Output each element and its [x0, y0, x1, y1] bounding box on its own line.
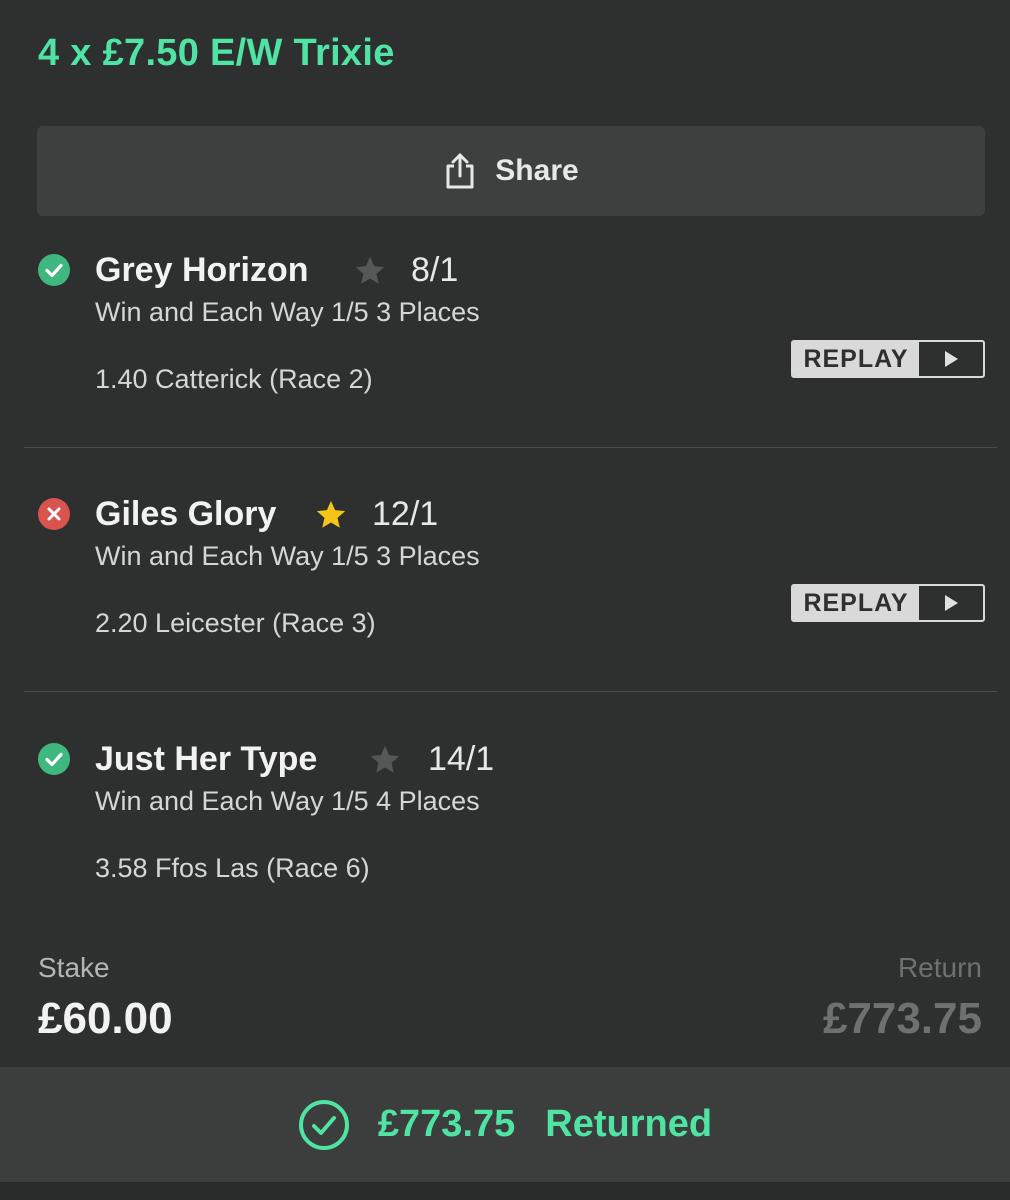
- selection-just-her-type: Just Her Type 14/1 Win and Each Way 1/5 …: [0, 740, 1010, 940]
- check-circle-icon: [38, 743, 70, 775]
- bet-title: 4 x £7.50 E/W Trixie: [38, 32, 395, 74]
- selection-odds: 8/1: [411, 251, 459, 289]
- replay-label: REPLAY: [793, 342, 919, 376]
- replay-label: REPLAY: [793, 586, 919, 620]
- return-label: Return: [897, 952, 982, 983]
- x-circle-icon: [38, 498, 70, 530]
- bet-receipt: 4 x £7.50 E/W Trixie Share Grey Horizon …: [0, 0, 1010, 1200]
- selection-odds: 12/1: [372, 495, 439, 533]
- share-icon: [443, 152, 477, 190]
- selection-event: 3.58 Ffos Las (Race 6): [95, 853, 370, 883]
- selection-market: Win and Each Way 1/5 3 Places: [95, 297, 480, 327]
- selection-grey-horizon: Grey Horizon 8/1 Win and Each Way 1/5 3 …: [0, 251, 1010, 451]
- replay-button[interactable]: REPLAY: [791, 584, 985, 622]
- selection-giles-glory: Giles Glory 12/1 Win and Each Way 1/5 3 …: [0, 495, 1010, 695]
- selection-name: Grey Horizon: [95, 251, 309, 289]
- returned-amount: £773.75: [377, 1103, 516, 1145]
- selection-market: Win and Each Way 1/5 3 Places: [95, 541, 480, 571]
- selection-odds: 14/1: [428, 740, 495, 778]
- star-icon[interactable]: [314, 498, 348, 532]
- replay-button[interactable]: REPLAY: [791, 340, 985, 378]
- selection-event: 2.20 Leicester (Race 3): [95, 608, 376, 638]
- divider: [24, 447, 997, 448]
- star-icon[interactable]: [353, 254, 387, 288]
- divider: [24, 691, 997, 692]
- stake-value: £60.00: [38, 994, 173, 1043]
- share-label: Share: [495, 154, 579, 187]
- share-button[interactable]: Share: [37, 126, 985, 216]
- selection-market: Win and Each Way 1/5 4 Places: [95, 786, 480, 816]
- check-circle-icon: [298, 1099, 350, 1151]
- selection-name: Just Her Type: [95, 740, 318, 778]
- selection-event: 1.40 Catterick (Race 2): [95, 364, 373, 394]
- returned-label: Returned: [545, 1103, 713, 1145]
- selection-name: Giles Glory: [95, 495, 277, 533]
- check-circle-icon: [38, 254, 70, 286]
- play-icon: [919, 586, 983, 620]
- star-icon[interactable]: [368, 743, 402, 777]
- returned-banner: £773.75 Returned: [0, 1067, 1010, 1182]
- bottom-edge: [0, 1182, 1010, 1200]
- return-value: £773.75: [822, 994, 982, 1043]
- stake-label: Stake: [38, 952, 110, 983]
- play-icon: [919, 342, 983, 376]
